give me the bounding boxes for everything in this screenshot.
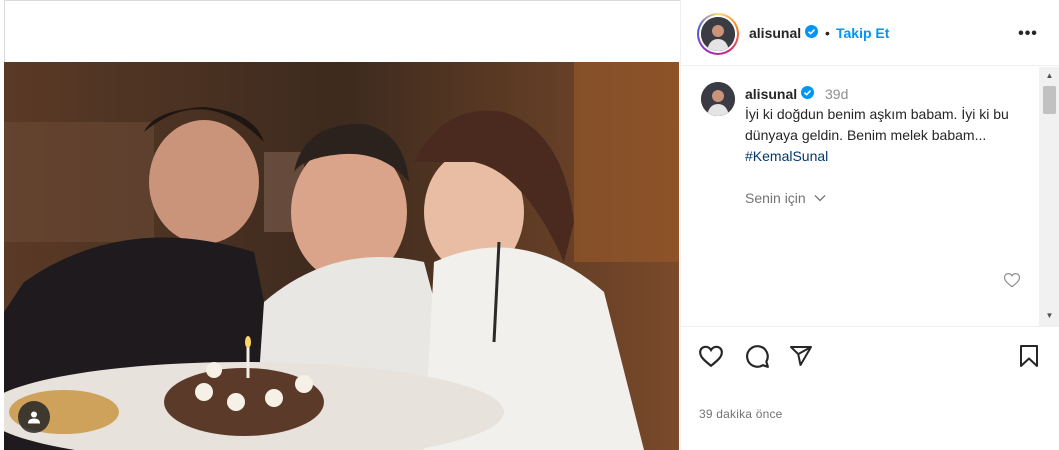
share-icon <box>790 346 812 366</box>
bookmark-icon <box>1020 345 1038 367</box>
like-button[interactable] <box>697 342 725 370</box>
comments-scrollbar[interactable]: ▲ ▼ <box>1039 67 1059 326</box>
avatar[interactable] <box>701 82 735 116</box>
save-button[interactable] <box>1015 342 1043 370</box>
scroll-down-arrow-icon[interactable]: ▼ <box>1039 307 1059 323</box>
chevron-down-icon <box>814 195 826 202</box>
comment-like-button[interactable] <box>1003 271 1021 294</box>
verified-badge-icon <box>805 25 818 43</box>
scrollbar-thumb[interactable] <box>1043 86 1056 114</box>
comment-icon <box>746 345 769 368</box>
post-side-panel: alisunal • Takip Et ••• alisunal 39d İyi… <box>680 0 1059 450</box>
post-timestamp[interactable]: 39 dakika önce <box>699 407 783 421</box>
story-ring-avatar[interactable] <box>697 13 739 55</box>
follow-button[interactable]: Takip Et <box>836 25 889 41</box>
caption-username[interactable]: alisunal <box>745 86 797 102</box>
comment-time[interactable]: 39d <box>825 86 848 102</box>
avatar <box>701 17 735 51</box>
more-options-button[interactable]: ••• <box>1016 22 1040 46</box>
scroll-up-arrow-icon[interactable]: ▲ <box>1039 67 1059 83</box>
photo-illustration <box>4 62 679 450</box>
heart-icon <box>699 345 723 368</box>
comment-button[interactable] <box>743 342 771 370</box>
post-actions <box>681 336 1059 380</box>
post-header: alisunal • Takip Et ••• <box>681 0 1059 66</box>
caption-text: İyi ki doğdun benim aşkım babam. İyi ki … <box>745 104 1025 167</box>
user-tag-button[interactable] <box>18 401 50 433</box>
user-tag-icon <box>28 411 40 424</box>
verified-badge-icon <box>801 86 814 104</box>
share-button[interactable] <box>787 342 815 370</box>
username-link[interactable]: alisunal <box>749 25 801 41</box>
hashtag-link[interactable]: #KemalSunal <box>745 148 828 164</box>
heart-icon <box>1003 273 1021 288</box>
translation-toggle[interactable]: Senin için <box>745 190 826 206</box>
caption-body: İyi ki doğdun benim aşkım babam. İyi ki … <box>745 106 1009 143</box>
separator-dot: • <box>825 25 830 41</box>
comments-area[interactable]: alisunal 39d İyi ki doğdun benim aşkım b… <box>681 67 1059 327</box>
post-photo[interactable] <box>4 62 679 450</box>
translation-label: Senin için <box>745 190 806 206</box>
